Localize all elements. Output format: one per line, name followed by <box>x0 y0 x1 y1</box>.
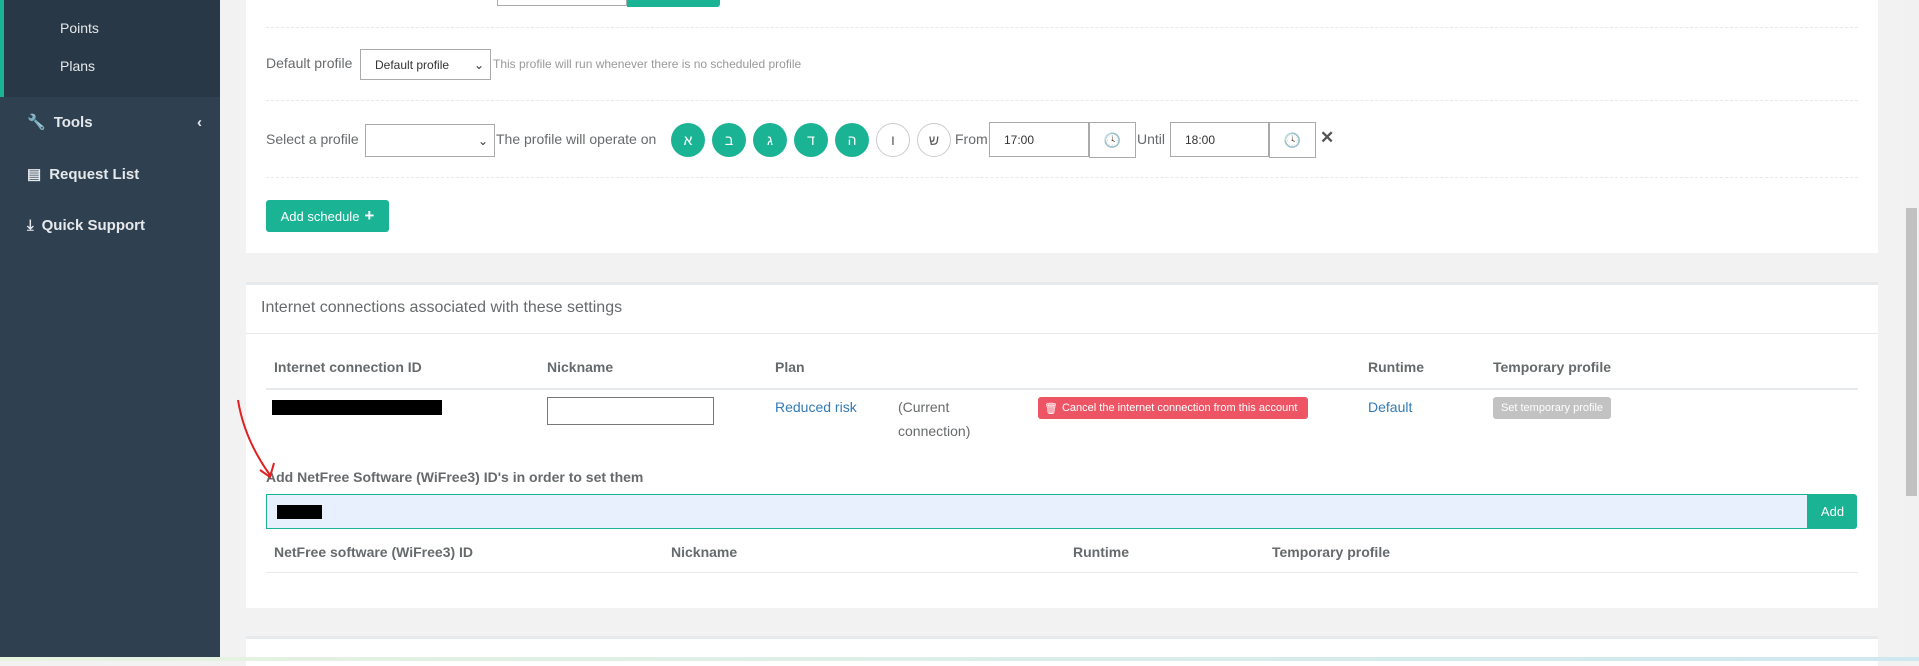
sidebar-item-points[interactable]: Points <box>60 20 99 36</box>
nickname-input[interactable] <box>547 397 714 425</box>
download-icon: ⤓ <box>27 217 34 234</box>
day-toggle[interactable]: ו <box>876 123 910 157</box>
from-time-input[interactable]: 17:00 <box>989 122 1089 157</box>
scrollbar-thumb[interactable] <box>1906 208 1917 496</box>
day-toggle[interactable]: ד <box>794 123 828 157</box>
remove-schedule-icon[interactable]: ✕ <box>1320 128 1334 148</box>
top-input[interactable] <box>497 0 627 6</box>
divider <box>246 333 1878 334</box>
select-profile-select[interactable]: ⌄ <box>365 124 495 157</box>
chevron-down-icon: ⌄ <box>477 133 488 148</box>
from-label: From <box>955 131 988 147</box>
col-wifree-id: NetFree software (WiFree3) ID <box>274 544 474 560</box>
scrollbar[interactable] <box>1903 0 1919 661</box>
divider <box>266 100 1858 101</box>
chevron-down-icon: ⌄ <box>473 57 484 72</box>
next-card <box>246 636 1878 666</box>
from-clock-button[interactable]: 🕓 <box>1089 122 1136 158</box>
top-button[interactable] <box>627 0 720 7</box>
add-button[interactable]: Add <box>1808 494 1857 529</box>
col-plan: Plan <box>775 359 805 375</box>
day-toggle[interactable]: ב <box>712 123 746 157</box>
divider <box>266 177 1858 178</box>
col-nickname: Nickname <box>671 544 738 560</box>
runtime-link[interactable]: Default <box>1368 399 1412 415</box>
default-profile-label: Default profile <box>266 55 353 71</box>
col-nickname: Nickname <box>547 359 614 375</box>
plus-icon: + <box>364 206 375 225</box>
default-profile-select[interactable]: Default profile ⌄ <box>360 49 491 80</box>
day-toggle[interactable]: ג <box>753 123 787 157</box>
col-connection-id: Internet connection ID <box>274 359 422 375</box>
wifree-id-input[interactable] <box>266 494 1808 529</box>
until-clock-button[interactable]: 🕓 <box>1269 122 1316 158</box>
set-temporary-profile-button[interactable]: Set temporary profile <box>1493 397 1611 419</box>
current-connection-note: (Current <box>898 399 950 415</box>
sidebar-item-request-list[interactable]: ▤ Request List <box>27 165 139 184</box>
submenu: Points Plans <box>0 0 220 97</box>
add-wifree-label: Add NetFree Software (WiFree3) ID's in o… <box>266 469 644 485</box>
day-selector: אבגדהוש <box>671 123 951 157</box>
plan-link[interactable]: Reduced risk <box>775 399 857 415</box>
sidebar: Points Plans 🔧 Tools ‹ ▤ Request List ⤓ Qui… <box>0 0 220 661</box>
add-schedule-button[interactable]: Add schedule + <box>266 200 389 232</box>
connections-title: Internet connections associated with the… <box>261 299 623 316</box>
connections-card <box>246 282 1878 608</box>
day-toggle[interactable]: ש <box>917 123 951 157</box>
sidebar-item-tools[interactable]: 🔧 Tools ‹ <box>27 113 202 132</box>
bottom-edge <box>0 657 1919 661</box>
current-connection-note-2: connection) <box>898 423 971 439</box>
col-temporary-profile: Temporary profile <box>1493 359 1611 375</box>
cancel-connection-button[interactable]: 🗑 Cancel the internet connection from thi… <box>1038 397 1308 419</box>
sidebar-item-plans[interactable]: Plans <box>60 58 95 74</box>
list-icon: ▤ <box>27 166 42 183</box>
until-time-input[interactable]: 18:00 <box>1170 122 1269 157</box>
until-label: Until <box>1137 131 1166 147</box>
operate-label: The profile will operate on <box>496 131 657 147</box>
red-arrow-annotation <box>237 399 275 479</box>
wrench-icon: 🔧 <box>27 114 46 131</box>
col-runtime: Runtime <box>1368 359 1424 375</box>
clock-icon: 🕓 <box>1103 131 1122 148</box>
select-profile-label: Select a profile <box>266 131 359 147</box>
redacted-input-value <box>277 505 322 519</box>
chevron-left-icon: ‹ <box>197 113 202 131</box>
default-profile-help: This profile will run whenever there is … <box>493 57 802 71</box>
divider <box>266 572 1858 573</box>
clock-icon: 🕓 <box>1283 131 1302 148</box>
sidebar-item-quick-support[interactable]: ⤓ Quick Support <box>27 217 145 234</box>
col-runtime: Runtime <box>1073 544 1129 560</box>
day-toggle[interactable]: א <box>671 123 705 157</box>
trash-icon: 🗑 <box>1044 402 1058 415</box>
col-temporary-profile: Temporary profile <box>1272 544 1390 560</box>
day-toggle[interactable]: ה <box>835 123 869 157</box>
divider <box>266 27 1858 28</box>
divider <box>266 388 1858 390</box>
